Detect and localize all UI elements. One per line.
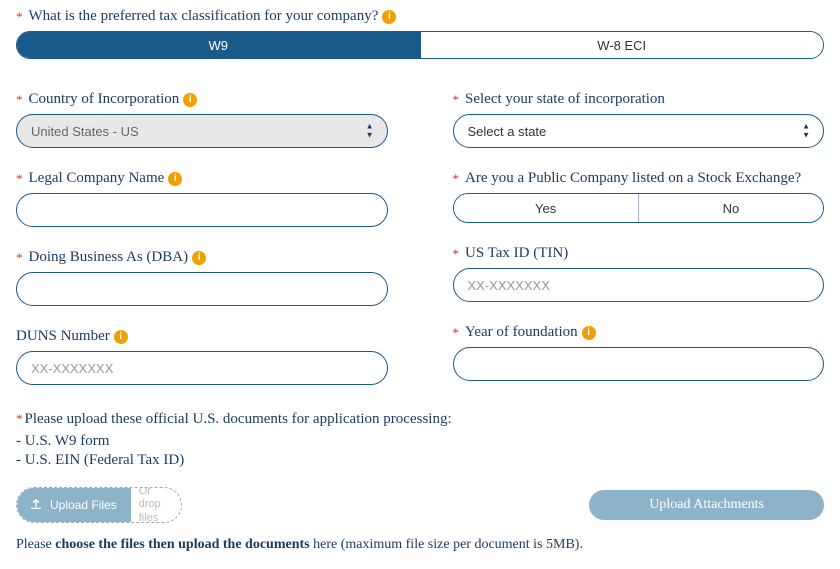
tax-class-toggle: W9 W-8 ECI [16,31,824,59]
required-star: * [453,171,460,187]
legal-name-input[interactable] [16,193,388,227]
state-label: * Select your state of incorporation [453,91,825,108]
state-select[interactable]: Select a state ▲▼ [453,114,825,148]
dba-input[interactable] [16,272,388,306]
year-label: * Year of foundation i [453,324,825,341]
country-value: United States - US [16,114,388,148]
required-star: * [453,92,460,108]
required-star: * [16,9,23,25]
state-text: Select your state of incorporation [465,91,665,108]
upload-heading: *Please upload these official U.S. docum… [16,411,824,428]
required-star: * [16,92,23,108]
duns-text: DUNS Number [16,328,110,345]
required-star: * [16,171,23,187]
info-icon[interactable]: i [183,93,197,107]
upload-attachments-button[interactable]: Upload Attachments [589,490,824,520]
upload-files-label: Upload Files [50,498,117,512]
public-co-text: Are you a Public Company listed on a Sto… [465,170,801,187]
required-star: * [16,250,23,266]
legal-name-text: Legal Company Name [29,170,165,187]
upload-item-1: - U.S. W9 form [16,433,824,450]
info-icon[interactable]: i [192,251,206,265]
tin-text: US Tax ID (TIN) [465,245,568,262]
public-co-no[interactable]: No [639,194,823,222]
info-icon[interactable]: i [168,172,182,186]
public-co-yes[interactable]: Yes [454,194,638,222]
required-star: * [453,325,460,341]
duns-label: DUNS Number i [16,328,388,345]
note-post: here (maximum file size per document is … [310,537,583,552]
info-icon[interactable]: i [382,10,396,24]
drop-files-text: Or drop files [131,487,181,523]
country-label: * Country of Incorporation i [16,91,388,108]
info-icon[interactable]: i [114,330,128,344]
public-co-toggle: Yes No [453,193,825,223]
required-star: * [16,411,23,426]
tin-label: * US Tax ID (TIN) [453,245,825,262]
year-input[interactable] [453,347,825,381]
upload-item-2: - U.S. EIN (Federal Tax ID) [16,452,824,469]
info-icon[interactable]: i [582,326,596,340]
year-text: Year of foundation [465,324,578,341]
upload-files-button[interactable]: Upload Files [17,488,131,522]
tax-class-text: What is the preferred tax classification… [29,8,379,25]
duns-input[interactable] [16,351,388,385]
country-select[interactable]: United States - US ▲▼ [16,114,388,148]
note-bold: choose the files then upload the documen… [55,537,309,552]
required-star: * [453,246,460,262]
upload-note: Please choose the files then upload the … [16,537,824,553]
tab-w8eci[interactable]: W-8 ECI [421,32,824,58]
public-co-label: * Are you a Public Company listed on a S… [453,170,825,187]
dba-label: * Doing Business As (DBA) i [16,249,388,266]
legal-name-label: * Legal Company Name i [16,170,388,187]
upload-dropzone[interactable]: Upload Files Or drop files [16,487,182,523]
state-value: Select a state [453,114,825,148]
tab-w9[interactable]: W9 [17,32,420,58]
dba-text: Doing Business As (DBA) [29,249,189,266]
country-text: Country of Incorporation [29,91,180,108]
upload-heading-text: Please upload these official U.S. docume… [25,411,452,427]
upload-icon [29,497,43,514]
tax-class-label: * What is the preferred tax classificati… [16,8,824,25]
note-pre: Please [16,537,55,552]
tin-input[interactable] [453,268,825,302]
